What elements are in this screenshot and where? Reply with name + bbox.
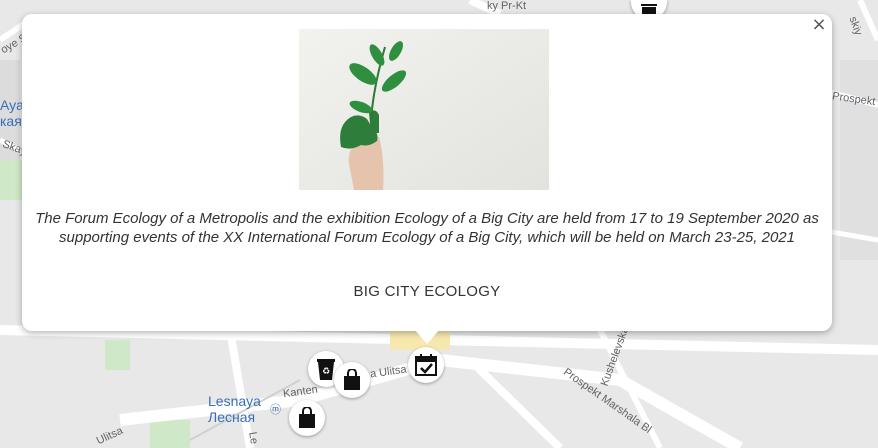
calendar-check-icon xyxy=(415,354,437,376)
map-marker-shop[interactable] xyxy=(334,362,370,398)
street-label: Le xyxy=(246,430,261,446)
close-button[interactable]: × xyxy=(810,16,828,34)
park-area xyxy=(0,160,22,200)
shopping-bag-icon xyxy=(299,407,315,428)
event-image xyxy=(299,29,549,190)
metro-station-name-cyrillic: Лесная xyxy=(208,409,256,425)
event-info-popup: × The Forum Ecology of a Metropolis and … xyxy=(22,14,832,331)
recycle-bin-icon: ♻ xyxy=(317,359,335,380)
metro-icon: ⓜ xyxy=(270,403,281,416)
shopping-bag-icon xyxy=(344,369,360,390)
park-area xyxy=(150,420,190,448)
event-description: The Forum Ecology of a Metropolis and th… xyxy=(35,210,819,246)
park-area xyxy=(105,340,130,370)
street-label: ky Pr-Kt xyxy=(487,0,527,12)
map-marker-event-selected[interactable] xyxy=(408,347,444,383)
metro-station-label[interactable]: Lesnaya Лесная xyxy=(208,393,261,425)
close-icon: × xyxy=(811,14,827,35)
popup-pointer xyxy=(415,330,439,344)
map-marker-shop[interactable] xyxy=(289,400,325,436)
metro-station-name: Lesnaya xyxy=(208,393,261,409)
svg-text:♻: ♻ xyxy=(322,367,330,377)
event-title: BIG CITY ECOLOGY xyxy=(353,283,501,300)
